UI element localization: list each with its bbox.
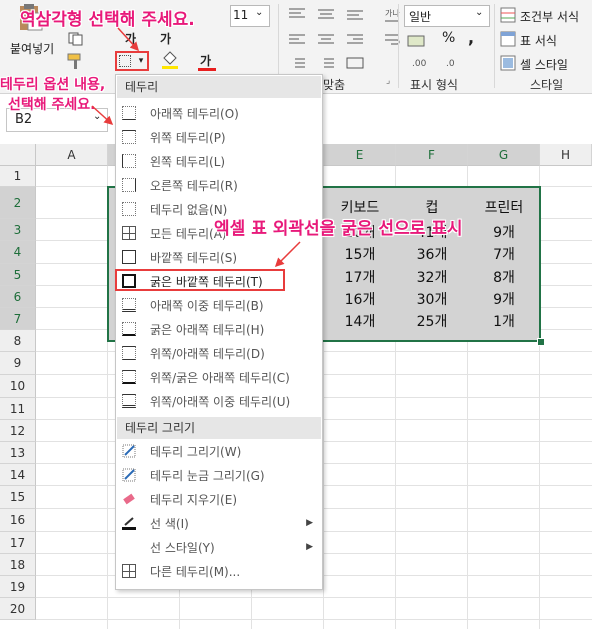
annotation-arrows [91, 27, 301, 268]
arrow-to-thick-border [274, 241, 301, 268]
arrow-to-menu [91, 105, 114, 126]
arrow-to-dropdown [117, 27, 140, 52]
